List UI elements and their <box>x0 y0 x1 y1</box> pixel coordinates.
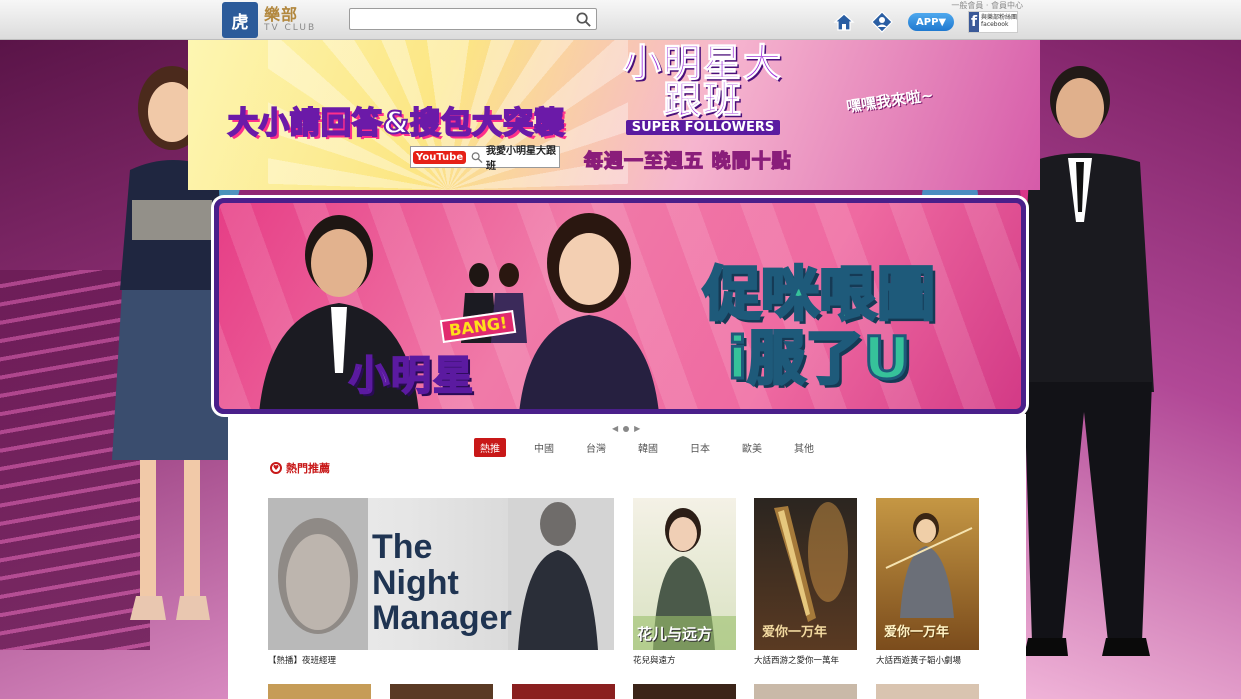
banner-show-logo: 小明星 <box>348 352 475 400</box>
youtube-logo: YouTube <box>411 150 468 164</box>
facebook-link[interactable]: f 與樂部粉絲團 facebook <box>968 11 1019 33</box>
poster-title-word: Night <box>372 563 459 602</box>
video-thumbnail[interactable]: 爱你一万年 <box>876 498 979 650</box>
video-thumbnail[interactable] <box>390 684 493 699</box>
promo-tagline: 大小請回答&搜包大突襲 <box>227 105 566 142</box>
show-logo-subtitle: SUPER FOLLOWERS <box>625 119 781 135</box>
prev-arrow-icon[interactable]: ◀ <box>612 424 618 433</box>
show-logo: 小明星大跟班 SUPER FOLLOWERS <box>618 40 788 140</box>
youtube-logo-text: YouTube <box>413 150 467 164</box>
tab-hot[interactable]: 熱推 <box>474 438 506 457</box>
video-caption[interactable]: 大話西遊黃子韜小劇場 <box>876 654 979 666</box>
search-icon[interactable] <box>575 11 592 28</box>
tab-other[interactable]: 其他 <box>790 438 818 457</box>
banner-title-line2: i服了U <box>726 323 912 392</box>
video-thumbnail[interactable] <box>754 684 857 699</box>
youtube-search-badge[interactable]: YouTube 我愛小明星大跟班 <box>410 146 560 172</box>
video-thumbnail[interactable] <box>512 684 615 699</box>
member-icon[interactable] <box>870 11 894 33</box>
tab-korea[interactable]: 韓國 <box>634 438 662 457</box>
video-card[interactable]: 爱你一万年 大話西遊黃子韜小劇場 <box>876 498 979 666</box>
tab-western[interactable]: 歐美 <box>738 438 766 457</box>
video-thumbnail[interactable]: 花儿与远方 <box>633 498 736 650</box>
video-card[interactable]: The Night Manager 【熱播】夜班經理 <box>268 498 614 666</box>
section-header-hot: ♥ 熱門推薦 <box>270 460 330 476</box>
member-links[interactable]: 一般會員 · 會員中心 <box>951 0 1023 11</box>
logo-subtitle: TV CLUB <box>264 22 317 33</box>
poster-title: The Night Manager <box>372 528 512 638</box>
facebook-icon: f <box>969 12 980 32</box>
top-navigation-bar: 虎 樂部 TV CLUB 一般會員 · 會員中心 APP▼ f 與樂部粉絲團 f… <box>0 0 1241 40</box>
pager-dot[interactable] <box>623 425 630 432</box>
home-icon[interactable] <box>832 11 856 33</box>
search-icon <box>471 151 483 163</box>
heart-icon: ♥ <box>270 462 282 474</box>
tab-japan[interactable]: 日本 <box>686 438 714 457</box>
search-input[interactable] <box>350 10 570 31</box>
video-card[interactable]: 花儿与远方 花兒與遠方 <box>633 498 736 666</box>
facebook-label: 與樂部粉絲團 facebook <box>981 14 1018 28</box>
tab-china[interactable]: 中國 <box>530 438 558 457</box>
video-caption[interactable]: 花兒與遠方 <box>633 654 736 666</box>
show-promo-header[interactable]: 大小請回答&搜包大突襲 YouTube 我愛小明星大跟班 小明星大跟班 SUPE… <box>188 40 1040 190</box>
region-tabs: 熱推 中國 台灣 韓國 日本 歐美 其他 <box>474 438 818 457</box>
video-thumbnail[interactable] <box>268 684 371 699</box>
banner-title-line1: 促咪哏圖 <box>701 260 936 328</box>
featured-banner[interactable]: BANG! 小明星 促咪哏圖 i服了U <box>214 198 1026 414</box>
poster-title-word: Manager <box>372 599 512 638</box>
app-download-button[interactable]: APP▼ <box>908 13 955 31</box>
video-thumbnail[interactable] <box>876 684 979 699</box>
poster-title-word: The <box>372 528 433 566</box>
video-caption[interactable]: 【熱播】夜班經理 <box>268 654 614 666</box>
video-thumbnail[interactable]: The Night Manager <box>268 498 614 650</box>
show-logo-title: 小明星大跟班 <box>622 41 783 122</box>
youtube-search-text: 我愛小明星大跟班 <box>485 146 556 172</box>
banner-pager: ◀ ▶ <box>612 424 640 433</box>
video-thumbnail[interactable] <box>633 684 736 699</box>
banner-title: 促咪哏圖 i服了U <box>639 260 999 392</box>
logo-mark: 虎 <box>222 2 258 38</box>
broadcast-schedule: 每週一至週五 晚間十點 <box>583 149 792 172</box>
host-callout: 嘿嘿我來啦~ <box>845 85 935 117</box>
content-panel: 熱推 中國 台灣 韓國 日本 歐美 其他 ♥ 熱門推薦 The Night Mana… <box>228 414 1026 699</box>
video-caption[interactable]: 大話西游之愛你一萬年 <box>754 654 857 666</box>
search-box <box>349 8 597 31</box>
next-arrow-icon[interactable]: ▶ <box>634 424 640 433</box>
section-title: 熱門推薦 <box>286 462 330 475</box>
poster-title: 爱你一万年 <box>884 625 950 640</box>
logo-name: 樂部 <box>264 4 299 24</box>
tab-taiwan[interactable]: 台灣 <box>582 438 610 457</box>
top-icon-group: APP▼ f 與樂部粉絲團 facebook <box>832 11 1019 33</box>
logo-text: 樂部 TV CLUB <box>264 4 317 33</box>
poster-title: 花儿与远方 <box>637 625 713 643</box>
poster-title: 爱你一万年 <box>762 625 828 640</box>
site-logo[interactable]: 虎 樂部 TV CLUB <box>222 2 342 38</box>
video-card[interactable]: 爱你一万年 大話西游之愛你一萬年 <box>754 498 857 666</box>
video-thumbnail[interactable]: 爱你一万年 <box>754 498 857 650</box>
